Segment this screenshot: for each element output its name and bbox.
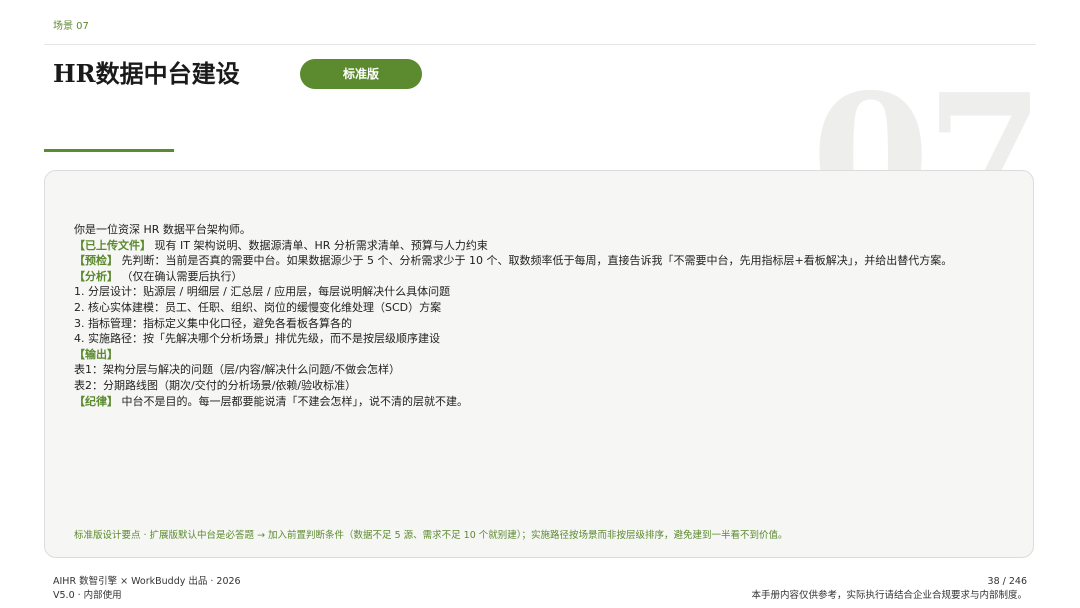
analysis-step: 3. 指标管理：指标定义集中化口径，避免各看板各算各的 (74, 316, 352, 330)
discipline-tag: 【纪律】 (74, 394, 118, 408)
edition-badge[interactable]: 标准版 (300, 59, 422, 89)
analysis-step: 2. 核心实体建模：员工、任职、组织、岗位的缓慢变化维处理（SCD）方案 (74, 300, 442, 314)
output-tag: 【输出】 (74, 347, 118, 361)
prompt-intro: 你是一位资深 HR 数据平台架构师。 (74, 223, 251, 236)
scene-number-watermark: 07 (811, 62, 1040, 172)
discipline-text: 中台不是目的。每一层都要能说清「不建会怎样」，说不清的层就不建。 (118, 394, 468, 408)
footer-disclaimer: 本手册内容仅供参考，实际执行请结合企业合规要求与内部制度。 (751, 590, 1027, 601)
analysis-step: 1. 分层设计：贴源层 / 明细层 / 汇总层 / 应用层，每层说明解决什么具体… (74, 285, 451, 299)
footer-right: 38 / 246 本手册内容仅供参考，实际执行请结合企业合规要求与内部制度。 (751, 575, 1027, 603)
uploaded-files-text: 现有 IT 架构说明、数据源清单、HR 分析需求清单、预算与人力约束 (151, 238, 488, 252)
prompt-card: 你是一位资深 HR 数据平台架构师。 【已上传文件】 现有 IT 架构说明、数据… (44, 170, 1034, 558)
precheck-text: 先判断：当前是否真的需要中台。如果数据源少于 5 个、分析需求少于 10 个、取… (118, 254, 953, 268)
prompt-uploaded-line: 【已上传文件】 现有 IT 架构说明、数据源清单、HR 分析需求清单、预算与人力… (74, 238, 1004, 254)
output-item: 表1：架构分层与解决的问题（层/内容/解决什么问题/不做会怎样） (74, 363, 401, 377)
scene-label: 场景 07 (53, 21, 89, 32)
design-notes-footnote: 标准版设计要点 · 扩展版默认中台是必答题 → 加入前置判断条件（数据不足 5 … (74, 530, 788, 541)
output-item: 表2：分期路线图（期次/交付的分析场景/依赖/验收标准） (74, 378, 357, 392)
analysis-tag: 【分析】 (74, 269, 118, 283)
top-divider (44, 44, 1036, 45)
prompt-text-block: 你是一位资深 HR 数据平台架构师。 【已上传文件】 现有 IT 架构说明、数据… (74, 222, 1004, 409)
prompt-discipline-line: 【纪律】 中台不是目的。每一层都要能说清「不建会怎样」，说不清的层就不建。 (74, 394, 1004, 410)
precheck-tag: 【预检】 (74, 254, 118, 268)
analysis-step: 4. 实施路径：按「先解决哪个分析场景」排优先级，而不是按层级顺序建设 (74, 332, 440, 346)
prompt-analysis-line: 【分析】 （仅在确认需要后执行） (74, 269, 1004, 285)
page-number: 38 / 246 (987, 576, 1027, 587)
analysis-text: （仅在确认需要后执行） (118, 269, 243, 283)
footer-version: V5.0 · 内部使用 (53, 590, 122, 601)
footer-publisher: AIHR 数智引擎 × WorkBuddy 出品 · 2026 (53, 576, 241, 587)
prompt-precheck-line: 【预检】 先判断：当前是否真的需要中台。如果数据源少于 5 个、分析需求少于 1… (74, 253, 1004, 269)
page-title: HR数据中台建设 (53, 59, 240, 88)
uploaded-files-tag: 【已上传文件】 (74, 238, 151, 252)
prompt-output-line: 【输出】 (74, 347, 1004, 363)
title-accent-bar (44, 149, 174, 152)
footer-left: AIHR 数智引擎 × WorkBuddy 出品 · 2026 V5.0 · 内… (53, 575, 241, 603)
